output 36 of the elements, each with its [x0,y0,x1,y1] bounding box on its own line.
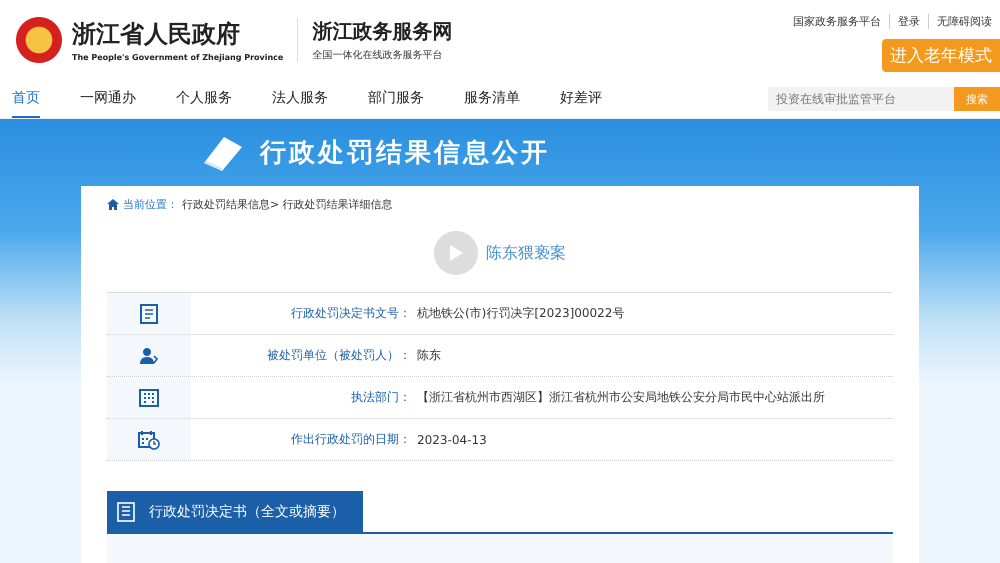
document-icon [117,502,135,522]
search-field[interactable]: 投资在线审批监管平台 [768,87,954,111]
breadcrumb-label: 当前位置： [123,196,178,212]
breadcrumb-path: 行政处罚结果信息> 行政处罚结果详细信息 [182,196,393,212]
nav-item[interactable]: 服务清单 [464,80,520,118]
field-label: 执法部门： [350,389,411,406]
banner-title: 行政处罚结果信息公开 [260,137,550,170]
nav-item[interactable]: 法人服务 [272,80,328,118]
top-link[interactable]: 国家政务服务平台 [785,14,889,29]
calendar-clock-icon [138,430,160,450]
field-value: 陈东 [416,347,441,364]
field-value: 【浙江省杭州市西湖区】浙江省杭州市公安局地铁公安分局市民中心站派出所 [416,389,825,406]
field-label: 行政处罚决定书文号： [290,305,411,322]
nav-item[interactable]: 个人服务 [176,80,232,118]
case-title: 陈东猥亵案 [486,242,566,264]
home-icon [107,198,119,210]
gov-name-english: The People's Government of Zhejiang Province [72,53,284,62]
field-value: 2023-04-13 [416,432,487,446]
top-link[interactable]: 无障碍阅读 [928,14,1000,29]
section-title: 行政处罚决定书（全文或摘要） [149,502,345,520]
nav-item[interactable]: 部门服务 [368,80,424,118]
gov-name: 浙江省人民政府 [72,18,241,50]
person-icon [139,346,159,364]
nav-item[interactable]: 好差评 [560,80,602,118]
field-label: 被处罚单位（被处罚人）： [266,347,411,364]
emblem-circle [16,17,62,63]
document-icon [140,304,158,324]
site-slogan: 全国一体化在线政务服务平台 [312,48,444,62]
top-link[interactable]: 登录 [889,14,928,29]
field-value: 杭地铁公(市)行罚决字[2023]00022号 [416,305,624,322]
nav-item[interactable]: 一网通办 [80,80,136,118]
building-icon [139,388,159,406]
field-label: 作出行政处罚的日期： [290,431,411,448]
site-name: 浙江政务服务网 [312,18,452,45]
play-button[interactable] [434,231,478,275]
play-icon [448,244,464,262]
